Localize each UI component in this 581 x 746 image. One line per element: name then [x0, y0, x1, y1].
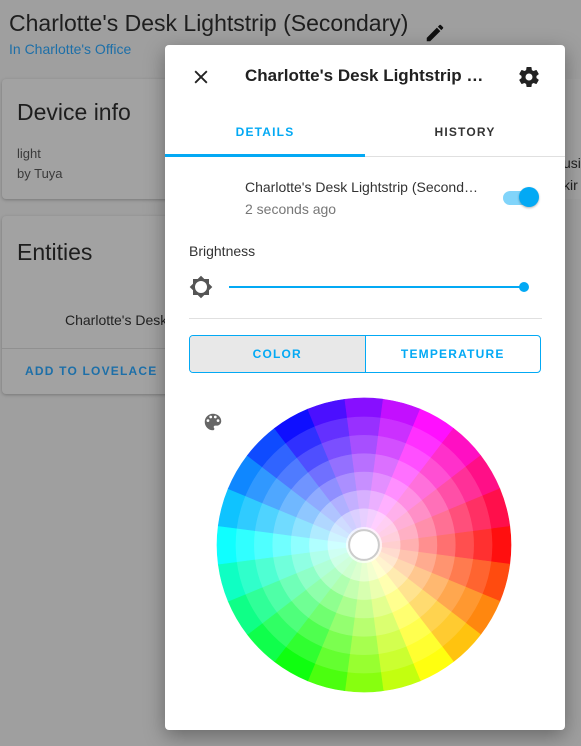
- temperature-mode-button[interactable]: TEMPERATURE: [366, 336, 541, 372]
- color-segment[interactable]: [454, 530, 475, 560]
- color-segment[interactable]: [436, 532, 457, 558]
- dialog-tabs: DETAILS HISTORY: [165, 110, 565, 157]
- last-changed: 2 seconds ago: [245, 201, 337, 217]
- entity-name: Charlotte's Desk Lightstrip (Secondary): [245, 179, 485, 195]
- entities-heading: Entities: [17, 239, 93, 265]
- color-picker-handle[interactable]: [348, 529, 380, 561]
- tab-details[interactable]: DETAILS: [165, 110, 365, 157]
- mode-toggle-group: COLOR TEMPERATURE: [189, 335, 541, 373]
- color-segment[interactable]: [253, 530, 274, 560]
- tab-history[interactable]: HISTORY: [365, 110, 565, 157]
- edit-icon[interactable]: [424, 22, 446, 44]
- brightness-label: Brightness: [189, 243, 256, 259]
- power-toggle[interactable]: [503, 187, 539, 207]
- add-to-lovelace-button[interactable]: ADD TO LOVELACE: [25, 364, 157, 378]
- color-segment[interactable]: [349, 434, 379, 455]
- gear-icon[interactable]: [517, 65, 541, 89]
- dialog-title: Charlotte's Desk Lightstrip (Secondary): [245, 66, 485, 85]
- color-segment[interactable]: [344, 672, 384, 693]
- slider-thumb[interactable]: [519, 282, 529, 292]
- device-info-heading: Device info: [17, 99, 131, 125]
- color-segment[interactable]: [418, 535, 438, 555]
- color-segment[interactable]: [354, 471, 374, 491]
- partial-text: kir: [563, 177, 578, 193]
- area-link[interactable]: In Charlotte's Office: [9, 41, 131, 57]
- color-wheel[interactable]: [215, 396, 513, 694]
- brightness-slider[interactable]: [229, 279, 531, 295]
- color-segment[interactable]: [346, 653, 382, 674]
- color-segment[interactable]: [290, 535, 310, 555]
- more-info-dialog: Charlotte's Desk Lightstrip (Secondary) …: [165, 45, 565, 730]
- divider: [189, 318, 542, 319]
- color-segment[interactable]: [491, 525, 512, 565]
- page-title: Charlotte's Desk Lightstrip (Secondary): [9, 10, 409, 36]
- device-model: light: [17, 146, 41, 161]
- color-segment[interactable]: [351, 617, 377, 638]
- color-segment[interactable]: [344, 397, 384, 418]
- device-manufacturer: by Tuya: [17, 166, 63, 181]
- color-segment[interactable]: [271, 532, 292, 558]
- close-icon[interactable]: [191, 67, 211, 87]
- color-segment[interactable]: [216, 525, 237, 565]
- partial-text: usi: [563, 155, 581, 171]
- color-segment[interactable]: [235, 527, 256, 563]
- brightness-icon: [189, 275, 213, 299]
- color-segment[interactable]: [346, 416, 382, 437]
- color-segment[interactable]: [349, 635, 379, 656]
- color-segment[interactable]: [472, 527, 493, 563]
- color-mode-button[interactable]: COLOR: [190, 336, 366, 372]
- color-segment[interactable]: [351, 452, 377, 473]
- entity-row[interactable]: Charlotte's Desk: [65, 312, 167, 328]
- color-segment[interactable]: [354, 599, 374, 619]
